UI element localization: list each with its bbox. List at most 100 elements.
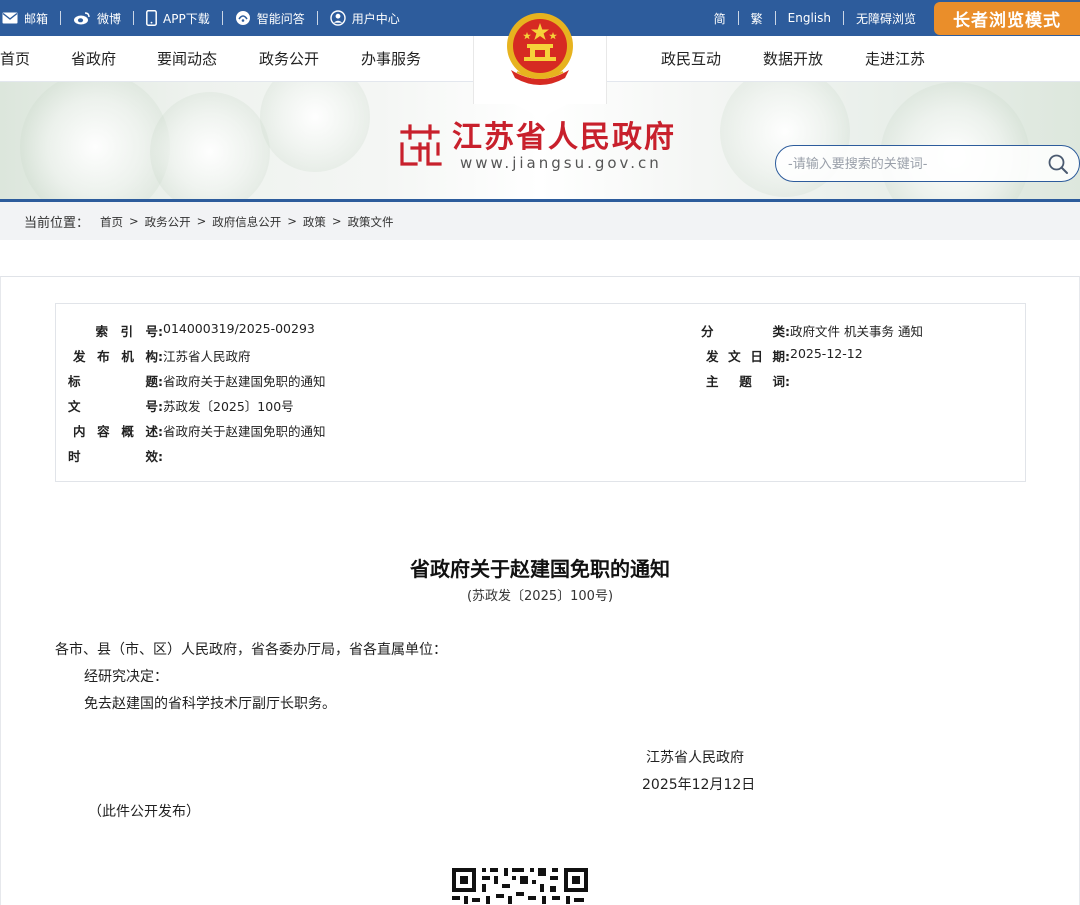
breadcrumb-label: 当前位置： bbox=[24, 216, 90, 231]
nav-item-services[interactable]: 办事服务 bbox=[361, 36, 421, 82]
meta-key-char: 号: bbox=[145, 324, 163, 339]
topbar-app-label: APP下载 bbox=[163, 11, 210, 26]
meta-key: 分 类: bbox=[701, 321, 790, 339]
meta-key-char: 分 bbox=[701, 324, 714, 339]
search-icon[interactable] bbox=[1047, 153, 1069, 175]
weibo-icon bbox=[73, 11, 91, 25]
topbar-qa-link[interactable]: 智能问答 bbox=[223, 10, 317, 27]
breadcrumb-item-gov-info[interactable]: 政府信息公开 bbox=[212, 214, 281, 230]
breadcrumb: 当前位置： 首页 > 政务公开 > 政府信息公开 > 政策 > 政策文件 bbox=[0, 202, 1080, 240]
meta-key-char: 题: bbox=[145, 374, 164, 389]
meta-key: 发 布 机 构: bbox=[73, 346, 163, 364]
phone-icon bbox=[146, 10, 157, 26]
nav-item-news[interactable]: 要闻动态 bbox=[157, 36, 217, 82]
nav-item-about-jiangsu[interactable]: 走进江苏 bbox=[865, 36, 925, 82]
mail-icon bbox=[2, 12, 18, 24]
meta-key: 内 容 概 述: bbox=[73, 421, 163, 439]
nav-item-home[interactable]: 首页 bbox=[0, 36, 30, 82]
meta-key-char: 文 bbox=[68, 399, 81, 414]
breadcrumb-item-home[interactable]: 首页 bbox=[100, 214, 123, 230]
meta-key-char: 构: bbox=[145, 349, 163, 364]
document-metadata: 索 引 号: 014000319/2025-00293 发 布 机 构: 江苏省… bbox=[55, 303, 1026, 482]
meta-key: 主 题 词: bbox=[706, 371, 790, 389]
nav-item-gov-affairs[interactable]: 政务公开 bbox=[259, 36, 319, 82]
meta-value: 014000319/2025-00293 bbox=[163, 321, 315, 336]
national-emblem-icon[interactable] bbox=[503, 10, 577, 90]
meta-keywords: 主 题 词: bbox=[706, 371, 790, 389]
document-paragraph: 经研究决定： bbox=[84, 669, 168, 685]
meta-doc-number: 文 号: 苏政发〔2025〕100号 bbox=[68, 396, 294, 414]
meta-key-char: 概 bbox=[121, 424, 134, 439]
meta-publisher: 发 布 机 构: 江苏省人民政府 bbox=[73, 346, 251, 364]
english-link[interactable]: English bbox=[776, 11, 843, 25]
meta-value: 江苏省人民政府 bbox=[163, 349, 251, 364]
meta-key-char: 标 bbox=[68, 374, 81, 389]
meta-key-char: 期: bbox=[772, 349, 790, 364]
document-number: (苏政发〔2025〕100号) bbox=[466, 589, 614, 604]
search-input[interactable] bbox=[788, 153, 1038, 175]
meta-key-char: 时 bbox=[68, 449, 81, 464]
meta-key-char: 内 bbox=[73, 424, 86, 439]
document-note: （此件公开发布） bbox=[88, 804, 200, 820]
top-links-right: 简 繁 English 无障碍浏览 长者浏览模式 bbox=[702, 0, 1080, 36]
meta-key-char: 引 bbox=[120, 324, 133, 339]
meta-issue-date: 发 文 日 期: 2025-12-12 bbox=[706, 346, 863, 364]
traditional-chinese-link[interactable]: 繁 bbox=[739, 10, 775, 27]
meta-value: 政府文件 机关事务 通知 bbox=[790, 324, 923, 339]
nav-item-interaction[interactable]: 政民互动 bbox=[661, 36, 721, 82]
topbar-mail-label: 邮箱 bbox=[24, 11, 49, 26]
meta-summary: 内 容 概 述: 省政府关于赵建国免职的通知 bbox=[73, 421, 326, 439]
topbar-user-link[interactable]: 用户中心 bbox=[318, 10, 412, 27]
meta-key: 索 引 号: bbox=[73, 321, 163, 339]
topbar-weibo-link[interactable]: 微博 bbox=[61, 10, 133, 27]
meta-key-char: 题 bbox=[739, 374, 752, 389]
accessibility-link[interactable]: 无障碍浏览 bbox=[844, 10, 928, 27]
breadcrumb-trail: 首页 > 政务公开 > 政府信息公开 > 政策 > 政策文件 bbox=[100, 214, 394, 230]
simplified-chinese-link[interactable]: 简 bbox=[702, 10, 738, 27]
meta-key: 时 效: bbox=[68, 446, 163, 464]
banner-decoration bbox=[20, 82, 170, 199]
topbar-mail-link[interactable]: 邮箱 bbox=[0, 10, 60, 27]
search-box bbox=[775, 145, 1080, 182]
meta-key-char: 文 bbox=[728, 349, 741, 364]
breadcrumb-separator: > bbox=[331, 214, 342, 228]
meta-key-char: 主 bbox=[706, 374, 719, 389]
document-addressee: 各市、县（市、区）人民政府，省各委办厅局，省各直属单位： bbox=[55, 642, 447, 658]
meta-key: 发 文 日 期: bbox=[706, 346, 790, 364]
nav-item-province-gov[interactable]: 省政府 bbox=[71, 36, 116, 82]
meta-key-char: 效: bbox=[145, 449, 164, 464]
document-signer: 江苏省人民政府 bbox=[646, 750, 744, 766]
jiangsu-logo-icon[interactable] bbox=[398, 124, 442, 168]
elder-mode-button[interactable]: 长者浏览模式 bbox=[934, 1, 1080, 35]
topbar-app-link[interactable]: APP下载 bbox=[134, 10, 222, 27]
banner-decoration bbox=[150, 92, 270, 199]
breadcrumb-item-gov-affairs[interactable]: 政务公开 bbox=[145, 214, 191, 230]
meta-key-char: 述: bbox=[145, 424, 163, 439]
breadcrumb-item-policy-docs[interactable]: 政策文件 bbox=[348, 214, 394, 230]
meta-index-number: 索 引 号: 014000319/2025-00293 bbox=[73, 321, 315, 339]
top-links-left: 邮箱 微博 APP下载 智能问答 用户中心 bbox=[0, 0, 412, 36]
document-date: 2025年12月12日 bbox=[642, 777, 756, 793]
breadcrumb-separator: > bbox=[287, 214, 297, 228]
nav-item-open-data[interactable]: 数据开放 bbox=[763, 36, 823, 82]
meta-value: 省政府关于赵建国免职的通知 bbox=[163, 424, 326, 439]
meta-key: 文 号: bbox=[68, 396, 163, 414]
meta-category: 分 类: 政府文件 机关事务 通知 bbox=[701, 321, 923, 339]
meta-key-char: 机 bbox=[121, 349, 134, 364]
topbar-qa-label: 智能问答 bbox=[256, 11, 305, 26]
meta-key-char: 日 bbox=[750, 349, 763, 364]
topbar-weibo-label: 微博 bbox=[97, 11, 122, 26]
meta-key-char: 发 bbox=[73, 349, 86, 364]
document-title: 省政府关于赵建国免职的通知 bbox=[410, 557, 670, 581]
meta-title: 标 题: 省政府关于赵建国免职的通知 bbox=[68, 371, 326, 389]
meta-key-char: 词: bbox=[772, 374, 791, 389]
document-paragraph: 免去赵建国的省科学技术厅副厅长职务。 bbox=[84, 696, 336, 712]
meta-key-char: 发 bbox=[706, 349, 719, 364]
meta-value: 2025-12-12 bbox=[790, 346, 863, 361]
meta-validity: 时 效: bbox=[68, 446, 163, 464]
site-title[interactable]: 江苏省人民政府 bbox=[452, 112, 676, 156]
topbar-user-label: 用户中心 bbox=[351, 11, 400, 26]
breadcrumb-item-policy[interactable]: 政策 bbox=[303, 214, 326, 230]
site-url: www.jiangsu.gov.cn bbox=[460, 154, 662, 172]
user-icon bbox=[330, 10, 346, 26]
